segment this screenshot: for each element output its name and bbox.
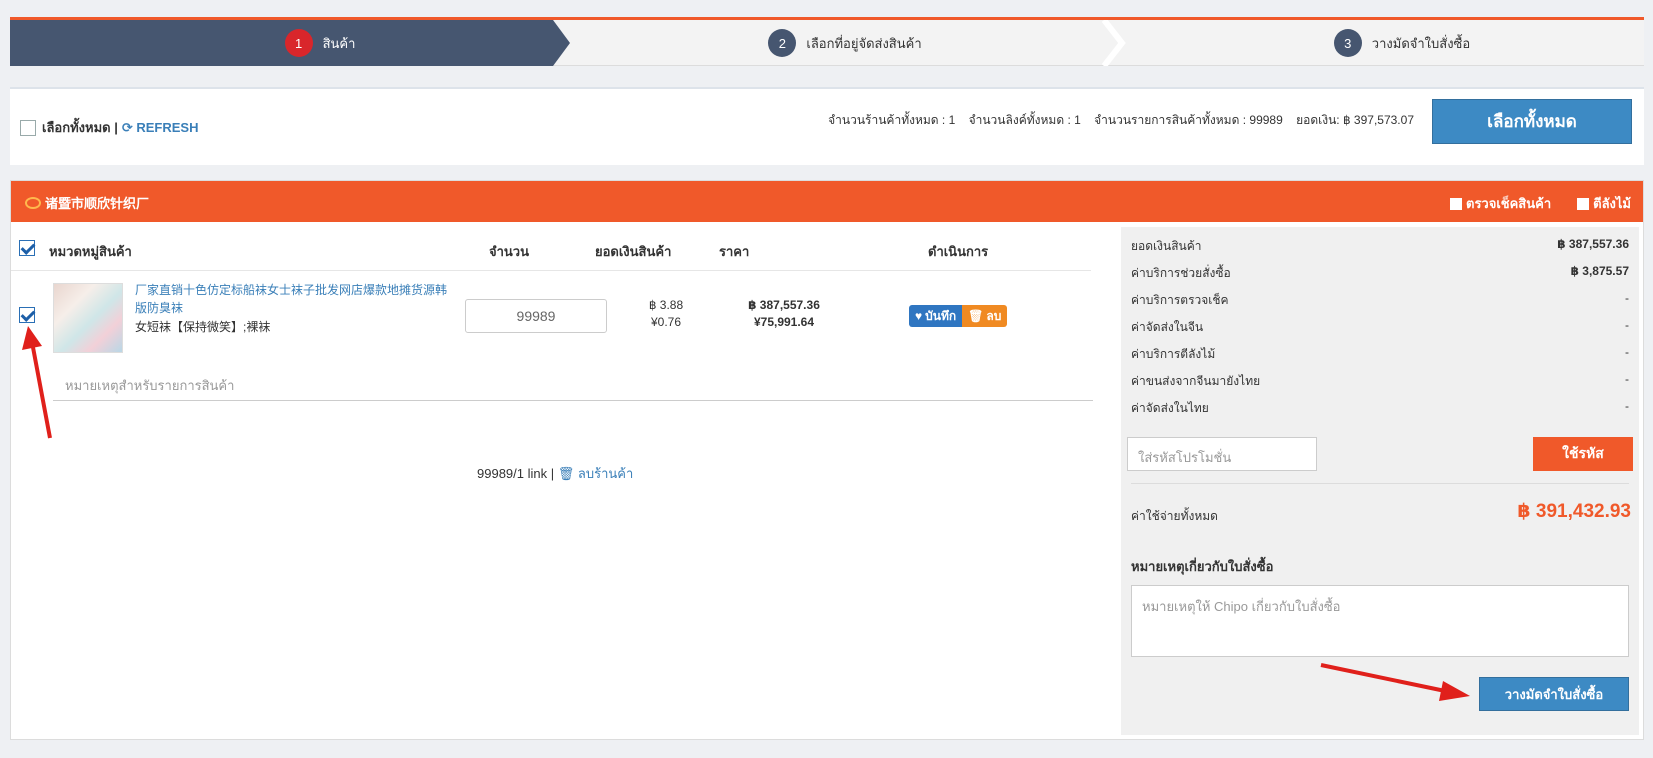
select-all-label: เลือกทั้งหมด | [42, 120, 118, 135]
item-note-textarea[interactable]: หมายเหตุสำหรับรายการสินค้า [53, 365, 1093, 401]
summary-divider [1131, 483, 1629, 484]
shop-panel: 诸暨市顺欣针织厂 ตรวจเช็คสินค้า ตีลังไม้ หมวดหมู… [10, 180, 1644, 740]
check-goods-label: ตรวจเช็คสินค้า [1466, 196, 1552, 211]
line-total-cny: ¥75,991.64 [753, 315, 815, 329]
trash-icon: 🗑 [557, 466, 575, 481]
summary-value: - [1625, 291, 1629, 305]
table-header: หมวดหมู่สินค้า จำนวน ยอดเงินสินค้า ราคา … [11, 227, 1091, 271]
delete-shop-link[interactable]: 🗑 ลบร้านค้า [558, 466, 634, 481]
shop-options: ตรวจเช็คสินค้า ตีลังไม้ [1450, 193, 1631, 214]
delete-shop-label: ลบร้านค้า [577, 466, 634, 481]
line-total: ฿ 387,557.36 ¥75,991.64 [729, 297, 839, 331]
select-all-control: เลือกทั้งหมด | ⟳ REFRESH [20, 117, 199, 138]
step-label: สินค้า [322, 35, 356, 51]
summary-label: ค่าขนส่งจากจีนมายังไทย [1131, 374, 1261, 388]
place-deposit-order-button[interactable]: วางมัดจำใบสั่งซื้อ [1479, 677, 1629, 711]
step-number: 3 [1333, 29, 1362, 57]
promo-code-input[interactable]: ใส่รหัสโปรโมชั่น [1127, 437, 1317, 471]
product-thumbnail[interactable] [53, 283, 123, 353]
summary-value: - [1625, 318, 1629, 332]
step-label: เลือกที่อยู่จัดส่งสินค้า [806, 35, 922, 51]
product-variant: 女短袜【保持微笑】;裸袜 [135, 320, 271, 334]
refresh-link[interactable]: ⟳ REFRESH [122, 120, 199, 136]
summary-row: ยอดเงินสินค้า ฿ 387,557.36 [1131, 237, 1629, 256]
column-action: ดำเนินการ [928, 244, 989, 259]
line-total-thb: ฿ 387,557.36 [748, 298, 820, 312]
wood-crate-label: ตีลังไม้ [1593, 196, 1631, 211]
step-products: 1 สินค้า [10, 20, 570, 66]
summary-row: ค่าขนส่งจากจีนมายังไทย - [1131, 372, 1629, 391]
unit-price-thb: ฿ 3.88 [648, 298, 684, 312]
summary-label: ยอดเงินสินค้า [1131, 239, 1202, 253]
shop-name: 诸暨市顺欣针织厂 [25, 193, 149, 212]
wood-crate-checkbox[interactable] [1577, 197, 1590, 210]
shop-header: 诸暨市顺欣针织厂 ตรวจเช็คสินค้า ตีลังไม้ [11, 181, 1643, 222]
summary-value: - [1625, 372, 1629, 386]
column-category: หมวดหมู่สินค้า [49, 244, 132, 259]
trash-icon: 🗑 [968, 309, 984, 323]
grand-total-label: ค่าใช้จ่ายทั้งหมด [1131, 509, 1218, 523]
cart-stats: จำนวนร้านค้าทั้งหมด : 1 จำนวนลิงค์ทั้งหม… [828, 113, 1414, 127]
summary-value: - [1625, 399, 1629, 413]
heart-icon: ♥ [915, 309, 923, 323]
summary-label: ค่าจัดส่งในจีน [1131, 320, 1204, 334]
order-note-title: หมายเหตุเกี่ยวกับใบสั่งซื้อ [1131, 559, 1274, 574]
order-summary: ยอดเงินสินค้า ฿ 387,557.36 ค่าบริการช่วย… [1121, 227, 1639, 735]
summary-row: ค่าบริการช่วยสั่งซื้อ ฿ 3,875.57 [1131, 264, 1629, 283]
alibaba-logo-icon [25, 196, 41, 209]
step-shipping-address: 2 เลือกที่อยู่จัดส่งสินค้า [570, 20, 1120, 66]
delete-item-label: ลบ [986, 308, 1002, 323]
save-item-button[interactable]: ♥ บันทึก [909, 305, 963, 327]
product-title-link[interactable]: 厂家直销十色仿定标船袜女士袜子批发网店爆款地摊货源韩版防臭袜 [135, 281, 455, 317]
summary-row: ค่าจัดส่งในจีน - [1131, 318, 1629, 337]
summary-label: ค่าบริการช่วยสั่งซื้อ [1131, 266, 1231, 280]
step-label: วางมัดจำใบสั่งซื้อ [1371, 35, 1471, 51]
item-actions: ♥ บันทึก 🗑 ลบ [909, 305, 1008, 327]
summary-row: ค่าจัดส่งในไทย - [1131, 399, 1629, 418]
summary-label: ค่าบริการตรวจเช็ค [1131, 293, 1229, 307]
save-item-label: บันทึก [925, 308, 957, 323]
delete-item-button[interactable]: 🗑 ลบ [962, 305, 1008, 327]
unit-price-cny: ¥0.76 [650, 315, 682, 329]
summary-label: ค่าบริการตีลังไม้ [1131, 347, 1216, 361]
summary-value: - [1625, 345, 1629, 359]
checkout-stepper: 1 สินค้า 2 เลือกที่อยู่จัดส่งสินค้า 3 วา… [10, 17, 1644, 66]
summary-value: ฿ 3,875.57 [1570, 264, 1629, 278]
quantity-input[interactable]: 99989 [465, 299, 607, 333]
grand-total-value: ฿ 391,432.93 [1517, 501, 1631, 522]
apply-promo-button[interactable]: ใช้รหัส [1533, 437, 1633, 471]
step-deposit: 3 วางมัดจำใบสั่งซื้อ [1120, 20, 1644, 66]
item-checkbox[interactable] [19, 307, 35, 323]
step-number: 1 [284, 29, 313, 57]
select-all-checkbox[interactable] [20, 119, 36, 136]
column-price: ราคา [719, 244, 750, 259]
check-goods-checkbox[interactable] [1450, 197, 1462, 210]
refresh-icon: ⟳ [121, 119, 133, 135]
select-shop-checkbox[interactable] [19, 239, 35, 256]
check-goods-option[interactable]: ตรวจเช็คสินค้า [1450, 193, 1551, 214]
select-all-button[interactable]: เลือกทั้งหมด [1432, 99, 1632, 144]
summary-label: ค่าจัดส่งในไทย [1131, 401, 1209, 415]
summary-row: ค่าบริการตรวจเช็ค - [1131, 291, 1629, 310]
summary-value: ฿ 387,557.36 [1557, 237, 1629, 251]
refresh-label: REFRESH [136, 119, 199, 135]
order-note-textarea[interactable]: หมายเหตุให้ Chipo เกี่ยวกับใบสั่งซื้อ [1131, 585, 1629, 657]
shop-name-text: 诸暨市顺欣针织厂 [45, 196, 150, 211]
summary-row: ค่าบริการตีลังไม้ - [1131, 345, 1629, 364]
unit-price: ฿ 3.88 ¥0.76 [631, 297, 701, 331]
cart-toolbar: เลือกทั้งหมด | ⟳ REFRESH จำนวนร้านค้าทั้… [10, 87, 1644, 165]
column-subtotal: ยอดเงินสินค้า [595, 244, 672, 259]
shop-item-count: 99989/1 link | [477, 466, 555, 481]
step-number: 2 [768, 29, 797, 57]
column-quantity: จำนวน [489, 244, 529, 259]
wood-crate-option[interactable]: ตีลังไม้ [1577, 193, 1631, 214]
shop-footer: 99989/1 link | 🗑 ลบร้านค้า [477, 463, 633, 484]
